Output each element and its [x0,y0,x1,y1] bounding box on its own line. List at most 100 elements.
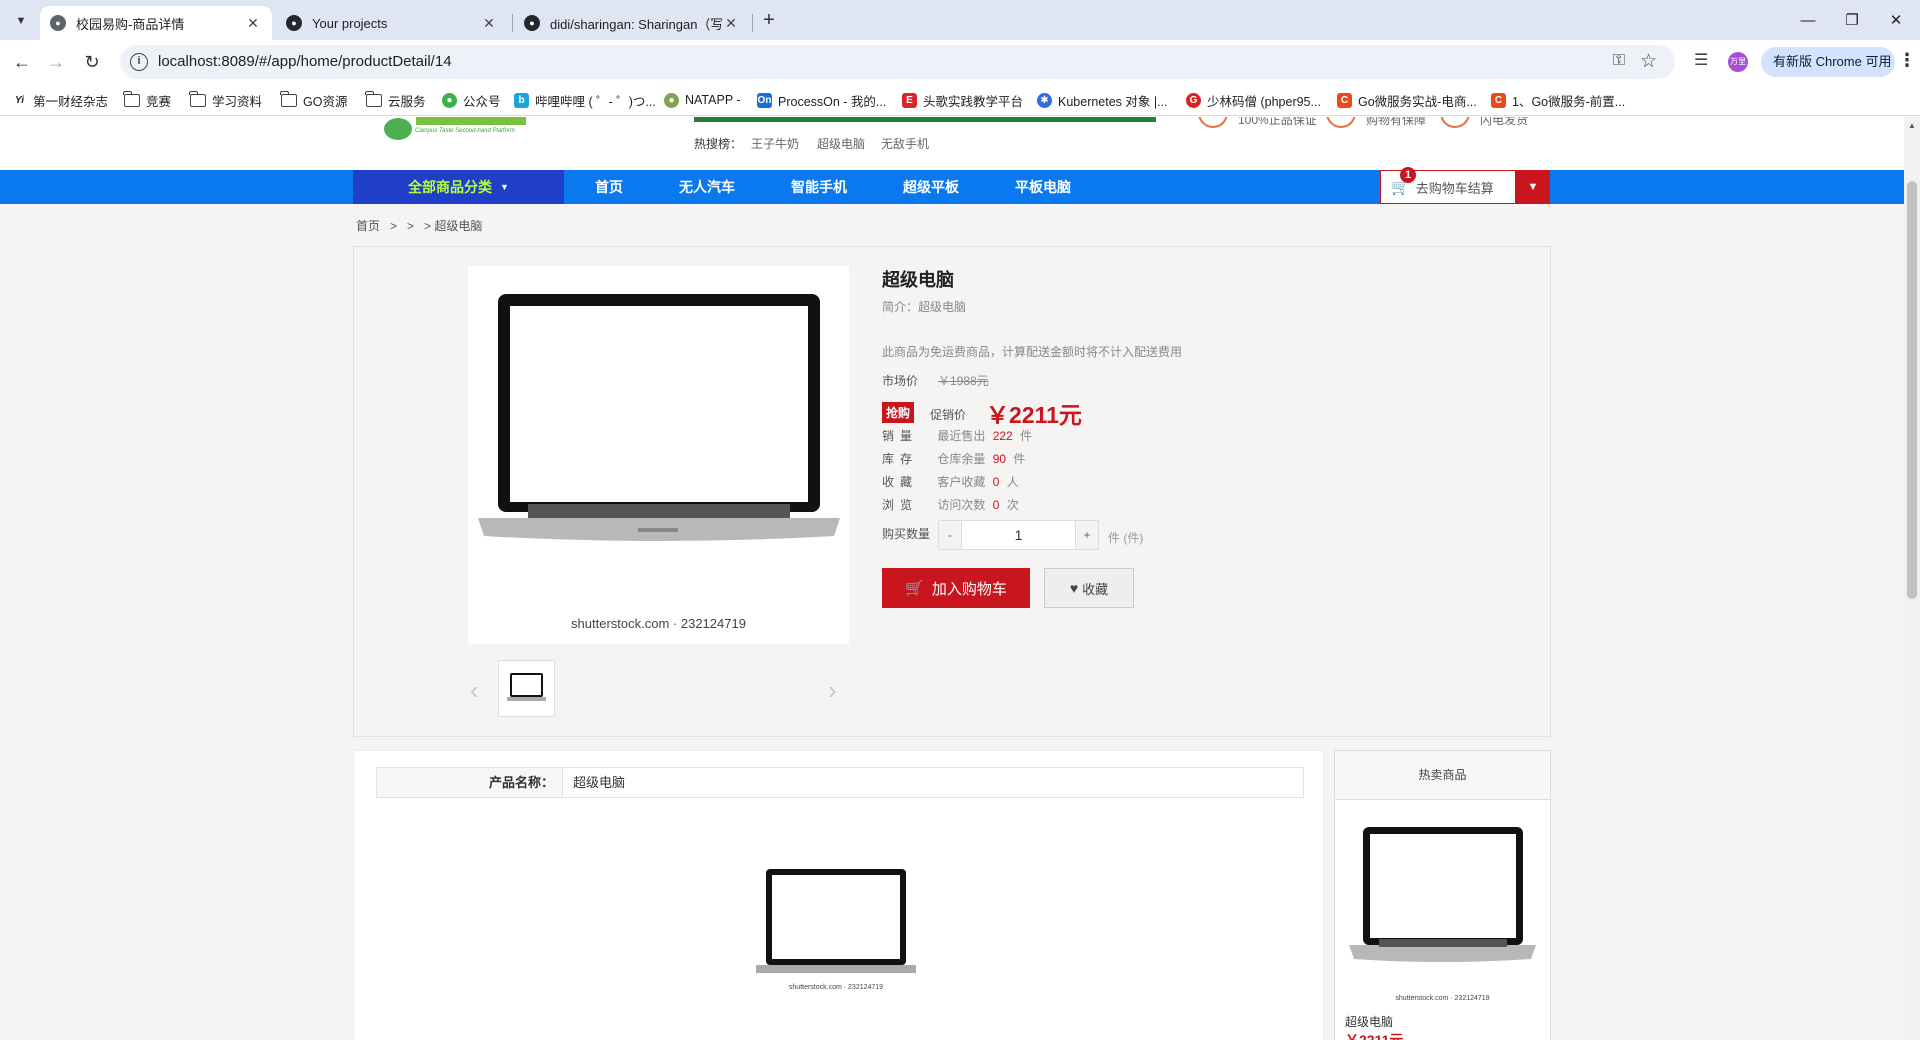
stat-key: 浏览 [882,498,919,512]
tab-product-detail[interactable]: ● 校园易购-商品详情 ✕ [40,6,272,40]
tab-separator [752,14,753,32]
shipping-note: 此商品为免运费商品，计算配送金额时将不计入配送费用 [882,345,1183,359]
tab-sharingan[interactable]: ● didi/sharingan: Sharingan（写轮 ✕ [514,6,750,40]
promo-price-label: 促销价 [930,408,967,422]
laptop-image [756,869,916,973]
site-info-icon[interactable]: i [130,53,148,71]
tab-search-icon[interactable]: ▼ [8,8,34,34]
tab-title: Your projects [312,15,388,31]
hot-search-label: 热搜榜： [694,137,743,151]
nav-item-autonomous-car[interactable]: 无人汽车 [679,170,735,204]
add-to-cart-button[interactable]: 🛒 加入购物车 [882,568,1030,608]
bookmark-shaolin[interactable]: G 少林码僧 (phper95... [1186,91,1321,109]
shield-icon [1326,117,1356,128]
flash-sale-tag: 抢购 [882,402,915,423]
hot-products-heading: 热卖商品 [1335,751,1550,800]
bookmark-kubernetes[interactable]: ✱ Kubernetes 对象 |... [1037,91,1168,109]
reload-icon[interactable]: ↻ [78,48,106,76]
quantity-input[interactable] [962,520,1075,550]
nav-item-smartphone[interactable]: 智能手机 [791,170,847,204]
promise-label: 100%正品保证 [1238,117,1317,127]
close-icon[interactable]: ✕ [480,15,498,32]
breadcrumb-separator: > [407,218,415,233]
product-main-image[interactable]: shutterstock.com · 232124719 [468,266,849,644]
quantity-unit: 件 (件) [1108,531,1144,545]
thumbnail-prev-icon[interactable]: ‹ [470,675,479,706]
quantity-decrease-button[interactable]: - [938,520,962,550]
bookmark-natapp[interactable]: ● NATAPP - [664,91,741,109]
bookmark-label: 公众号 [463,94,501,109]
thumbnail[interactable] [498,660,555,717]
product-title: 超级电脑 [882,270,954,290]
wechat-icon: ● [442,92,457,108]
bookmark-label: 少林码僧 (phper95... [1207,94,1321,109]
spec-value: 超级电脑 [573,775,626,790]
bookmark-label: 哔哩哔哩 ( ゜- ゜)つ... [535,94,656,109]
hot-keyword[interactable]: 王子牛奶 [751,135,799,152]
hot-keyword[interactable]: 无敌手机 [881,135,929,152]
product-brief: 简介：超级电脑 [882,300,967,314]
nav-item-home[interactable]: 首页 [595,170,623,204]
nav-item-tablet[interactable]: 平板电脑 [1015,170,1071,204]
bookmark-competition[interactable]: 竞赛 [123,90,171,109]
hot-product-image[interactable]: shutterstock.com · 232124719 [1345,811,1540,1006]
natapp-icon: ● [664,92,679,108]
page-scrollbar[interactable]: ▲ [1904,117,1920,1040]
url-text[interactable]: localhost:8089/#/app/home/productDetail/… [158,53,452,70]
close-window-icon[interactable]: ✕ [1868,0,1920,40]
scroll-thumb[interactable] [1907,181,1917,599]
stat-value: 0 [992,498,1000,512]
tab-separator [512,14,513,32]
bookmark-go-micro-2[interactable]: C 1、Go微服务-前置... [1491,91,1625,109]
stat-value: 222 [992,429,1013,443]
bookmark-study[interactable]: 学习资料 [189,90,263,109]
tab-title: didi/sharingan: Sharingan（写轮 [550,16,722,32]
stat-unit: 件 [1013,452,1026,466]
yicai-icon: Yi [14,94,25,106]
password-key-icon[interactable]: ⚿ [1613,52,1625,70]
bookmark-star-icon[interactable]: ☆ [1640,50,1657,73]
hot-product-name[interactable]: 超级电脑 [1345,1013,1393,1030]
cart-dropdown-toggle[interactable]: ▼ [1516,170,1550,204]
close-icon[interactable]: ✕ [244,15,262,32]
tab-your-projects[interactable]: ● Your projects ✕ [276,6,508,40]
thumbnail-next-icon[interactable]: › [828,675,837,706]
nav-item-super-tablet[interactable]: 超级平板 [903,170,959,204]
quantity-increase-button[interactable]: + [1075,520,1099,550]
bookmarks-bar: Yi 第一财经杂志 竞赛 学习资料 GO资源 云服务 ● 公众号 b 哔哩哔哩 … [0,84,1920,116]
new-tab-button[interactable]: + [756,8,782,34]
bookmark-bilibili[interactable]: b 哔哩哔哩 ( ゜- ゜)つ... [514,91,656,109]
chrome-update-button[interactable]: 有新版 Chrome 可用 [1761,47,1895,77]
stat-sales: 销量 最近售出 222 件 [882,427,1032,444]
search-box-edge [694,117,1156,122]
address-bar[interactable]: i localhost:8089/#/app/home/productDetai… [120,45,1675,79]
breadcrumb-home[interactable]: 首页 [356,217,380,234]
media-queue-icon[interactable]: ☰ [1694,50,1708,70]
logo-subtitle: Campus Taste Second-hand Platform [415,128,515,134]
bookmark-label: NATAPP - [685,93,741,107]
hot-keyword[interactable]: 超级电脑 [817,135,865,152]
forward-icon[interactable]: → [42,48,70,76]
scroll-up-icon[interactable]: ▲ [1908,121,1916,130]
bookmark-cloud[interactable]: 云服务 [365,90,426,109]
favorite-button[interactable]: ♥ 收藏 [1044,568,1134,608]
bookmark-wechat[interactable]: ● 公众号 [442,91,501,109]
bookmark-processon[interactable]: On ProcessOn - 我的... [757,91,886,109]
all-categories-button[interactable]: 全部商品分类 ▼ [353,170,564,204]
browser-toolbar: ← → ↻ i localhost:8089/#/app/home/produc… [0,40,1920,84]
csdn-icon: C [1491,92,1506,108]
close-icon[interactable]: ✕ [722,15,740,32]
bookmark-yicai[interactable]: Yi 第一财经杂志 [12,91,108,109]
bookmark-educoder[interactable]: E 头歌实践教学平台 [902,91,1023,109]
stat-desc: 访问次数 [937,498,986,512]
promise-guarantee: 购物有保障 [1326,117,1426,128]
bookmark-go-micro-1[interactable]: C Go微服务实战-电商... [1337,91,1477,109]
bookmark-go[interactable]: GO资源 [280,90,347,109]
menu-kebab-icon[interactable]: ⋮ [1898,50,1916,71]
bookmark-label: 学习资料 [212,94,263,109]
back-icon[interactable]: ← [8,48,36,76]
bookmark-label: Kubernetes 对象 |... [1058,94,1168,109]
promise-label: 购物有保障 [1366,117,1427,127]
bookmark-label: 头歌实践教学平台 [923,94,1024,109]
avatar[interactable]: 万里 [1728,52,1748,72]
